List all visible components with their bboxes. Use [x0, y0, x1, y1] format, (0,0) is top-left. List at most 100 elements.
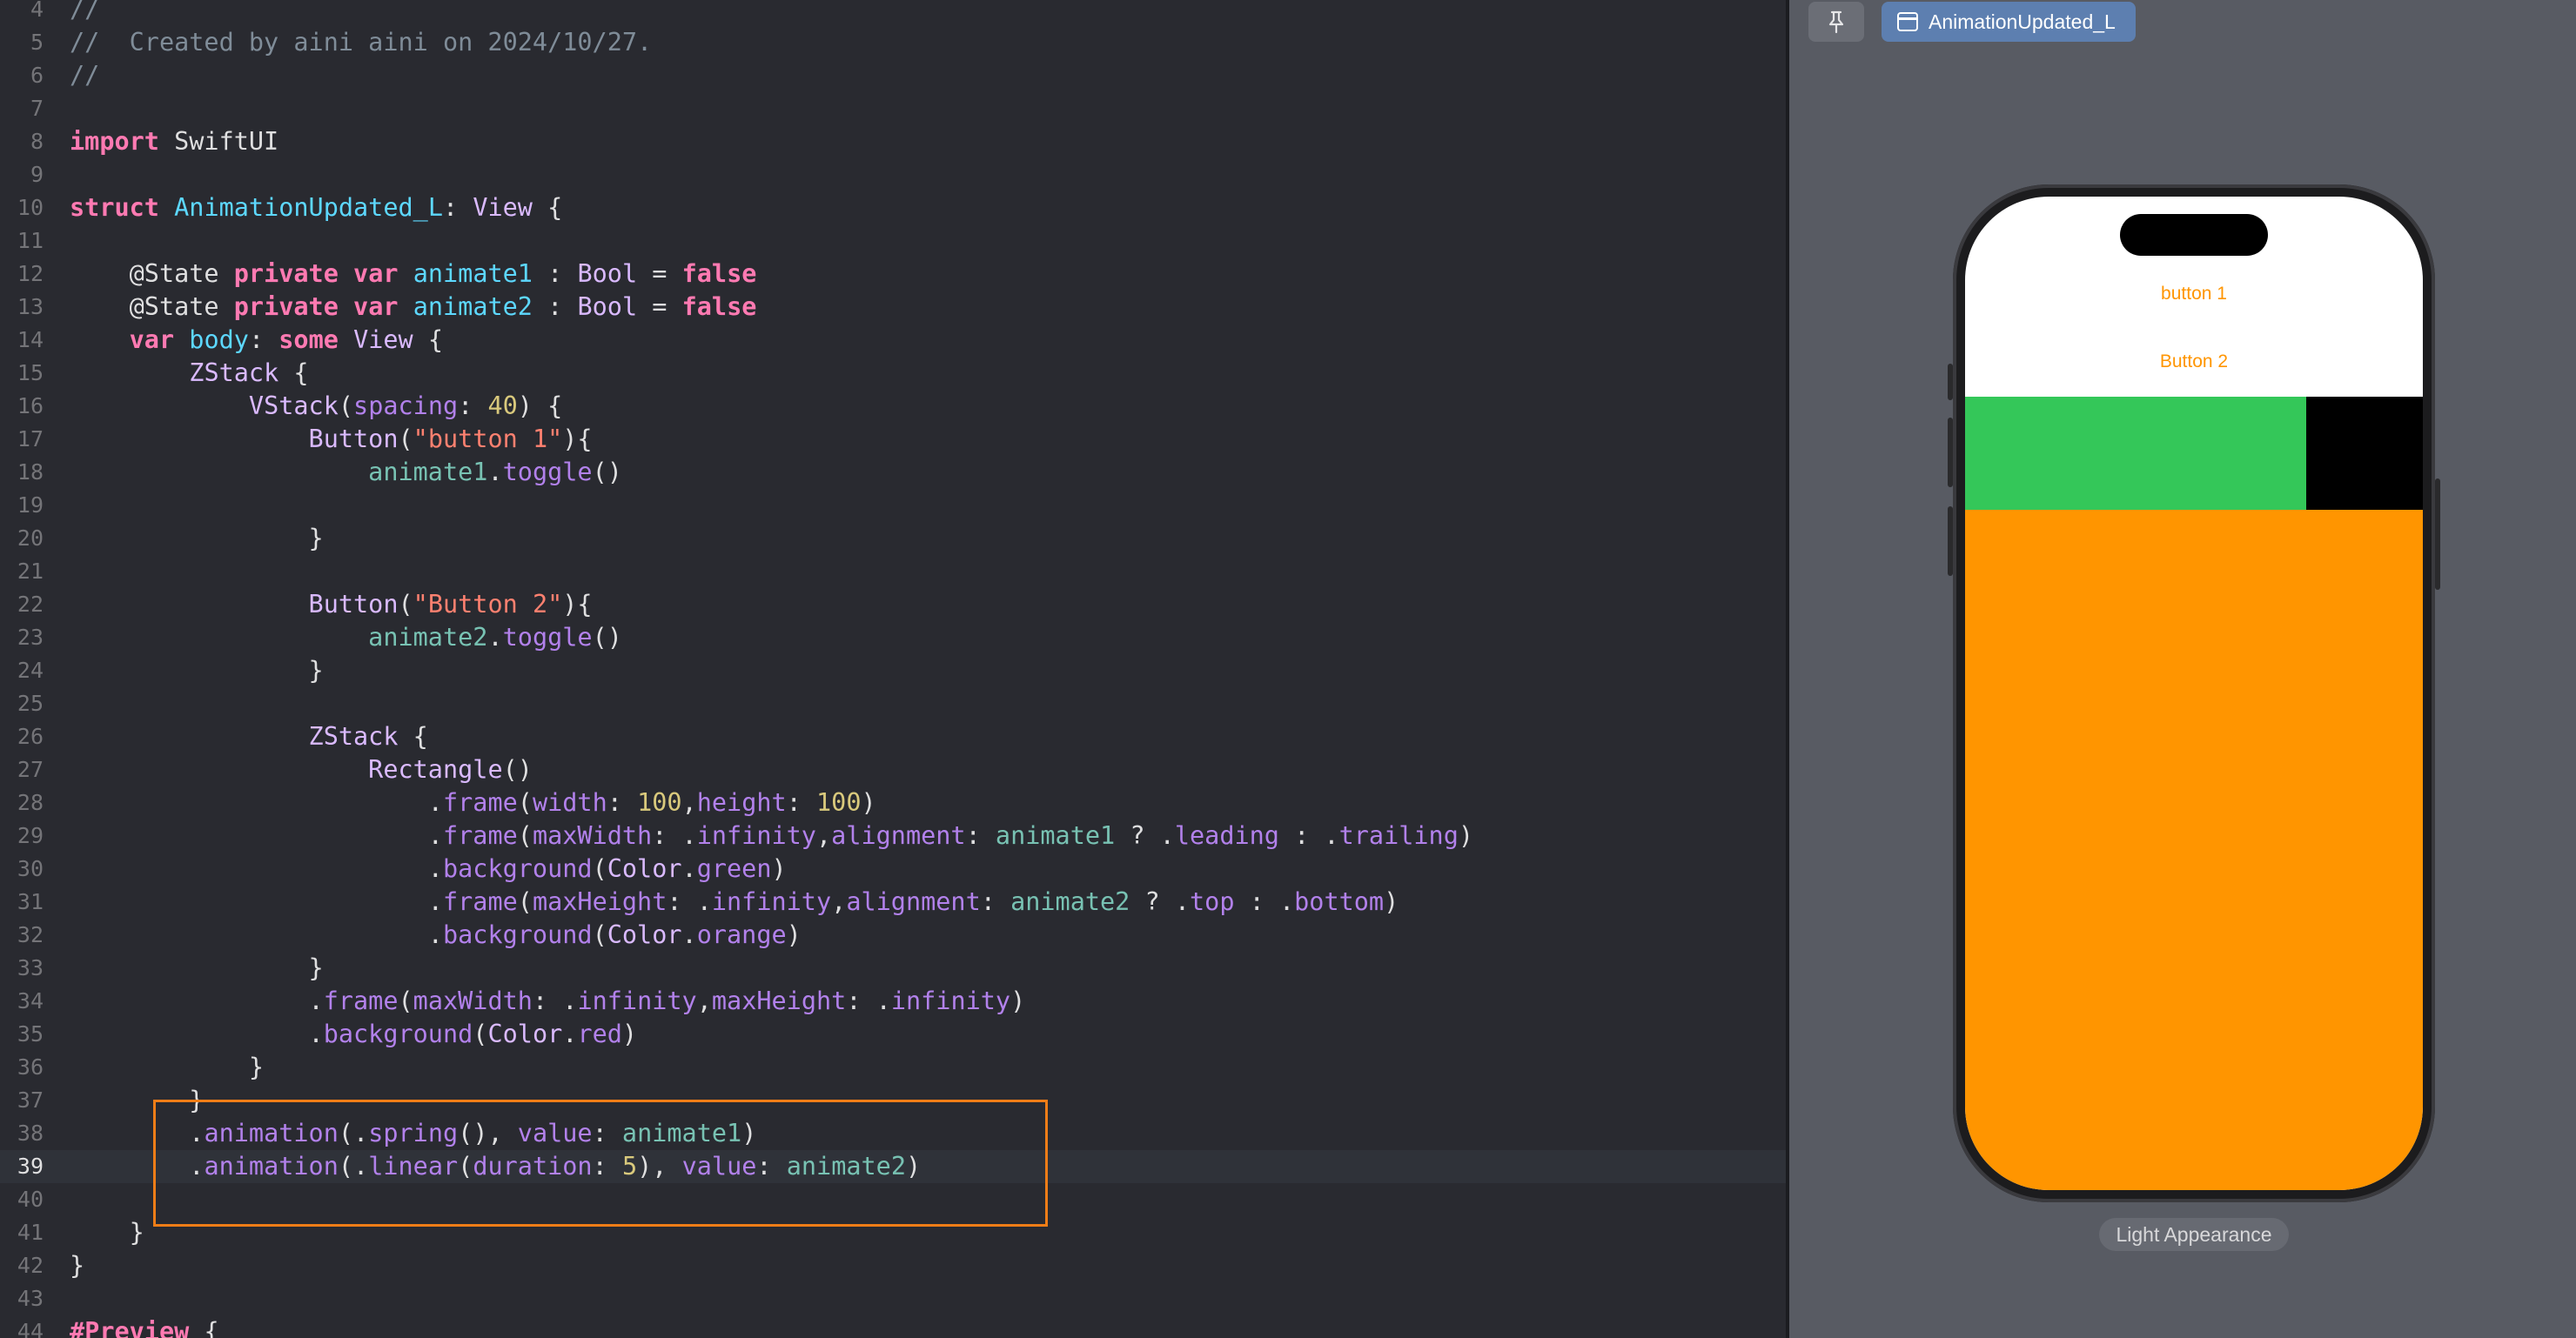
code-text: .frame(maxWidth: .infinity,alignment: an… — [70, 820, 1473, 853]
code-line[interactable]: 35 .background(Color.red) — [0, 1018, 1786, 1051]
code-line[interactable]: 32 .background(Color.orange) — [0, 919, 1786, 952]
code-line[interactable]: 12 @State private var animate1 : Bool = … — [0, 258, 1786, 291]
pin-preview-button[interactable] — [1808, 2, 1864, 42]
code-line[interactable]: 24 } — [0, 654, 1786, 687]
code-token: . — [70, 1152, 205, 1181]
code-line[interactable]: 7 — [0, 92, 1786, 125]
code-line[interactable]: 17 Button("button 1"){ — [0, 423, 1786, 456]
code-text: var body: some View { — [70, 324, 443, 357]
code-token: : . — [1278, 821, 1339, 850]
code-line[interactable]: 16 VStack(spacing: 40) { — [0, 390, 1786, 423]
code-line[interactable]: 37 } — [0, 1084, 1786, 1117]
code-line[interactable]: 5 // Created by aini aini on 2024/10/27. — [0, 26, 1786, 59]
code-token: : . — [667, 887, 712, 916]
code-line[interactable]: 26 ZStack { — [0, 720, 1786, 753]
line-number: 23 — [17, 625, 44, 650]
code-text: .background(Color.red) — [70, 1018, 638, 1051]
code-token: } — [70, 1218, 144, 1247]
code-token: some — [278, 325, 339, 354]
appearance-variant-label[interactable]: Light Appearance — [2099, 1218, 2289, 1251]
line-number: 43 — [17, 1286, 44, 1311]
code-line[interactable]: 28 .frame(width: 100,height: 100) — [0, 786, 1786, 820]
code-line[interactable]: 43 — [0, 1282, 1786, 1315]
dynamic-island — [2120, 214, 2268, 256]
code-token: frame — [442, 788, 518, 817]
code-token: ) — [906, 1152, 922, 1181]
code-line[interactable]: 10 struct AnimationUpdated_L: View { — [0, 191, 1786, 224]
code-line[interactable]: 39 .animation(.linear(duration: 5), valu… — [0, 1150, 1786, 1183]
code-line[interactable]: 18 animate1.toggle() — [0, 456, 1786, 489]
code-token: trailing — [1338, 821, 1459, 850]
code-token: animate2 — [413, 292, 533, 321]
line-number: 13 — [17, 294, 44, 319]
preview-tab[interactable]: AnimationUpdated_L — [1882, 2, 2136, 42]
code-token: (), — [458, 1119, 518, 1147]
code-text: .background(Color.green) — [70, 853, 787, 886]
code-text: .animation(.spring(), value: animate1) — [70, 1117, 756, 1150]
code-line[interactable]: 8 import SwiftUI — [0, 125, 1786, 158]
code-token: (. — [338, 1152, 369, 1181]
code-line[interactable]: 4 // — [0, 0, 1786, 26]
line-number: 7 — [30, 96, 44, 121]
code-token: var — [353, 259, 399, 288]
code-token: Button — [308, 590, 399, 619]
code-token: frame — [323, 987, 399, 1015]
code-line[interactable]: 22 Button("Button 2"){ — [0, 588, 1786, 621]
code-token: var — [129, 325, 175, 354]
code-line[interactable]: 27 Rectangle() — [0, 753, 1786, 786]
code-token: , — [831, 887, 847, 916]
code-line[interactable]: 40 — [0, 1183, 1786, 1216]
code-token: : . — [652, 821, 697, 850]
code-line[interactable]: 13 @State private var animate2 : Bool = … — [0, 291, 1786, 324]
code-line[interactable]: 15 ZStack { — [0, 357, 1786, 390]
code-token: ( — [517, 821, 533, 850]
code-line[interactable]: 21 — [0, 555, 1786, 588]
code-token: Rectangle — [368, 755, 503, 784]
preview-button-2[interactable]: Button 2 — [1965, 351, 2423, 372]
code-token: Bool — [577, 259, 638, 288]
code-line[interactable]: 30 .background(Color.green) — [0, 853, 1786, 886]
code-token: } — [70, 953, 324, 982]
code-text: } — [70, 1051, 264, 1084]
code-line[interactable]: 33 } — [0, 952, 1786, 985]
code-token: top — [1190, 887, 1235, 916]
code-token: frame — [442, 821, 518, 850]
code-token: animate2 — [786, 1152, 906, 1181]
code-editor[interactable]: 4 // 5 // Created by aini aini on 2024/10/2… — [0, 0, 1786, 1338]
line-number: 15 — [17, 360, 44, 385]
power-button — [2435, 478, 2440, 590]
code-line[interactable]: 36 } — [0, 1051, 1786, 1084]
code-line[interactable]: 31 .frame(maxHeight: .infinity,alignment… — [0, 886, 1786, 919]
code-line[interactable]: 34 .frame(maxWidth: .infinity,maxHeight:… — [0, 985, 1786, 1018]
preview-tab-label: AnimationUpdated_L — [1929, 10, 2116, 33]
code-line[interactable]: 23 animate2.toggle() — [0, 621, 1786, 654]
action-button — [1948, 364, 1953, 400]
code-line[interactable]: 38 .animation(.spring(), value: animate1… — [0, 1117, 1786, 1150]
code-line[interactable]: 9 — [0, 158, 1786, 191]
code-token: } — [70, 656, 324, 685]
line-number: 36 — [17, 1054, 44, 1080]
code-line[interactable]: 20 } — [0, 522, 1786, 555]
code-line[interactable]: 41 } — [0, 1216, 1786, 1249]
code-token: background — [442, 854, 593, 883]
code-text: animate2.toggle() — [70, 621, 622, 654]
code-text: } — [70, 952, 324, 985]
code-line[interactable]: 42} — [0, 1249, 1786, 1282]
code-line[interactable]: 14 var body: some View { — [0, 324, 1786, 357]
code-line[interactable]: 11 — [0, 224, 1786, 258]
code-line[interactable]: 44 #Preview { — [0, 1315, 1786, 1338]
line-number: 18 — [17, 459, 44, 485]
line-number: 26 — [17, 724, 44, 749]
code-line[interactable]: 25 — [0, 687, 1786, 720]
code-line[interactable]: 19 — [0, 489, 1786, 522]
code-line[interactable]: 6 // — [0, 59, 1786, 92]
line-number: 5 — [30, 30, 44, 55]
preview-button-1[interactable]: button 1 — [1965, 284, 2423, 304]
code-text: @State private var animate2 : Bool = fal… — [70, 291, 757, 324]
code-line[interactable]: 29 .frame(maxWidth: .infinity,alignment:… — [0, 820, 1786, 853]
code-token: animate2 — [368, 623, 488, 652]
code-token: orange — [696, 920, 787, 949]
